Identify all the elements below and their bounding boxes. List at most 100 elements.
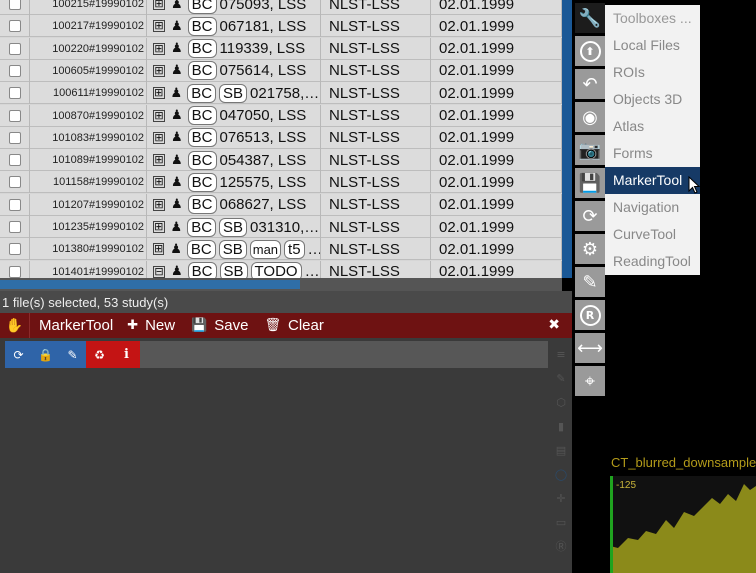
row-checkbox[interactable] xyxy=(8,265,21,278)
save-button[interactable]: 💾 Save xyxy=(191,317,248,334)
clear-button[interactable]: 🗑 Clear xyxy=(265,317,324,334)
registered-icon[interactable]: R xyxy=(575,300,605,330)
pencil-icon[interactable]: ✎ xyxy=(575,267,605,297)
table-row[interactable]: 100215#19990102 ⊞ ♟ BC 075093, LSS NLST-LSS 02… xyxy=(0,0,562,15)
expand-toggle-icon[interactable]: ⊞ xyxy=(153,87,165,100)
gears-icon[interactable]: ⚙ xyxy=(575,234,605,264)
up-arrow-icon[interactable]: ⬆ xyxy=(575,36,605,66)
table-row[interactable]: 100870#19990102 ⊞ ♟ BC 047050, LSS NLST-LSS 02… xyxy=(0,104,562,127)
image-icon[interactable]: ▭ xyxy=(552,511,570,535)
expand-toggle-icon[interactable]: ⊟ xyxy=(153,265,165,278)
row-checkbox[interactable] xyxy=(8,109,21,122)
expand-toggle-icon[interactable]: ⊞ xyxy=(153,42,165,55)
close-icon[interactable]: ✖ xyxy=(548,317,560,333)
row-checkbox[interactable] xyxy=(8,131,21,144)
lock-icon[interactable]: 🔒 xyxy=(32,341,59,368)
trash-icon: 🗑 xyxy=(264,318,282,333)
expand-toggle-icon[interactable]: ⊞ xyxy=(153,64,165,77)
book-icon[interactable]: ▮ xyxy=(552,415,570,439)
comment-icon[interactable]: ◯ xyxy=(552,463,570,487)
list-icon[interactable]: ≡ xyxy=(552,343,570,367)
row-checkbox-cell xyxy=(0,193,30,216)
edit-icon[interactable]: ✎ xyxy=(59,341,86,368)
person-icon: ♟ xyxy=(170,219,183,235)
expand-toggle-icon[interactable]: ⊞ xyxy=(153,131,165,144)
sync-icon[interactable]: ⟳ xyxy=(575,201,605,231)
info-icon[interactable]: i xyxy=(113,341,140,368)
toolbox-item-navigation[interactable]: Navigation xyxy=(605,194,700,221)
table-row[interactable]: 101235#19990102 ⊞ ♟ BC SB 031310, … NLST-LSS 02… xyxy=(0,216,562,238)
thumbnail-preview[interactable]: -125 xyxy=(610,476,756,573)
expand-toggle-icon[interactable]: ⊞ xyxy=(153,243,165,256)
toolbox-item-markertool[interactable]: MarkerTool xyxy=(605,167,700,194)
row-checkbox[interactable] xyxy=(8,221,21,233)
study-source: NLST-LSS xyxy=(321,238,431,261)
toolbox-item-curvetool[interactable]: CurveTool xyxy=(605,221,700,248)
row-checkbox[interactable] xyxy=(8,154,21,167)
globe-icon[interactable]: ◉ xyxy=(575,102,605,132)
table-row[interactable]: 101207#19990102 ⊞ ♟ BC 068627, LSS NLST-LSS 02… xyxy=(0,193,562,216)
horizontal-scrollbar-thumb[interactable] xyxy=(0,280,300,289)
row-checkbox[interactable] xyxy=(8,0,21,10)
table-row[interactable]: 101380#19990102 ⊞ ♟BCSBmant5…NLST-LSS02.01… xyxy=(0,238,562,261)
pencil-icon[interactable]: ✎ xyxy=(552,367,570,391)
toolbox-item-readingtool[interactable]: ReadingTool xyxy=(605,248,700,275)
cube-icon[interactable]: ⬡ xyxy=(552,391,570,415)
camera-icon[interactable]: 📷 xyxy=(575,135,605,165)
row-checkbox[interactable] xyxy=(8,42,21,55)
right-toolbar: 🔧 ⬆ ↶ ◉ 📷 💾 ⟳ ⚙ ✎ R ⟷ ⌖ xyxy=(575,0,605,400)
table-row[interactable]: 101401#19990102 ⊟ ♟ BC SB TODO… NLST-LSS 02.01.… xyxy=(0,260,562,278)
move-icon[interactable]: ✛ xyxy=(552,487,570,511)
expand-toggle-icon[interactable]: ⊞ xyxy=(153,221,165,233)
toolbox-item-objects-3d[interactable]: Objects 3D xyxy=(605,86,700,113)
person-icon: ♟ xyxy=(170,85,183,101)
toolbox-item-forms[interactable]: Forms xyxy=(605,140,700,167)
new-button-label: New xyxy=(145,317,176,334)
document-icon[interactable]: ▤ xyxy=(552,439,570,463)
expand-toggle-icon[interactable]: ⊞ xyxy=(153,176,165,189)
row-checkbox[interactable] xyxy=(8,176,21,189)
table-row[interactable]: 100217#19990102 ⊞ ♟ BC 067181, LSS NLST-LSS 02… xyxy=(0,15,562,38)
expand-toggle-icon[interactable]: ⊞ xyxy=(153,20,165,33)
table-row[interactable]: 101158#19990102 ⊞ ♟ BC 125575, LSS NLST-LSS 02… xyxy=(0,171,562,194)
expand-toggle-icon[interactable]: ⊞ xyxy=(153,198,165,211)
study-id: 101401#19990102 xyxy=(30,260,147,278)
refresh-icon[interactable]: ⟳ xyxy=(5,341,32,368)
table-row[interactable]: 100605#19990102 ⊞ ♟ BC 075614, LSS NLST-LSS 02… xyxy=(0,59,562,82)
row-checkbox[interactable] xyxy=(8,243,21,256)
toolbox-item-atlas[interactable]: Atlas xyxy=(605,113,700,140)
toolbox-item-local-files[interactable]: Local Files xyxy=(605,32,700,59)
person-icon: ♟ xyxy=(171,18,183,34)
undo-icon[interactable]: ↶ xyxy=(575,69,605,99)
row-checkbox[interactable] xyxy=(8,198,21,211)
horizontal-arrows-icon[interactable]: ⟷ xyxy=(575,333,605,363)
registered-icon[interactable]: Ⓡ xyxy=(552,535,570,559)
table-row[interactable]: 100220#19990102 ⊞ ♟ BC 119339, LSS NLST-LSS 02… xyxy=(0,37,562,60)
vertical-scrollbar[interactable] xyxy=(562,0,572,278)
study-main-cell: ⊞ ♟ BC SB 031310, … xyxy=(147,216,321,238)
study-id: 100605#19990102 xyxy=(30,59,147,82)
tag-badge: SB xyxy=(219,262,248,278)
study-main-cell: ⊟ ♟ BC SB TODO… xyxy=(147,260,321,278)
study-date: 02.01.1999 xyxy=(431,37,562,60)
table-row[interactable]: 101089#19990102 ⊞ ♟ BC 054387, LSS NLST-LSS 02… xyxy=(0,149,562,172)
toolboxes-header[interactable]: Toolboxes ... xyxy=(605,5,700,31)
new-button[interactable]: ✚ New xyxy=(127,317,175,334)
crosshair-icon[interactable]: ⌖ xyxy=(575,366,605,396)
study-id: 100611#19990102 xyxy=(30,82,147,105)
recycle-icon[interactable]: ♻ xyxy=(86,341,113,368)
row-checkbox[interactable] xyxy=(8,87,21,100)
toolbox-item-rois[interactable]: ROIs xyxy=(605,59,700,86)
study-table: 100215#19990102 ⊞ ♟ BC 075093, LSS NLST-LSS 02… xyxy=(0,0,562,278)
row-checkbox[interactable] xyxy=(8,64,21,77)
expand-toggle-icon[interactable]: ⊞ xyxy=(153,154,165,167)
wrench-icon[interactable]: 🔧 xyxy=(575,3,605,33)
table-row[interactable]: 101083#19990102 ⊞ ♟ BC 076513, LSS NLST-LSS 02… xyxy=(0,126,562,149)
table-row[interactable]: 100611#19990102 ⊞ ♟ BC SB 021758, … NLST-LSS 02… xyxy=(0,82,562,105)
expand-toggle-icon[interactable]: ⊞ xyxy=(153,0,165,10)
row-checkbox[interactable] xyxy=(8,20,21,33)
expand-toggle-icon[interactable]: ⊞ xyxy=(153,109,165,122)
save-icon[interactable]: 💾 xyxy=(575,168,605,198)
study-main-cell: ⊞ ♟ BC 125575, LSS xyxy=(147,171,321,194)
hand-icon[interactable]: ✋ xyxy=(0,313,30,338)
